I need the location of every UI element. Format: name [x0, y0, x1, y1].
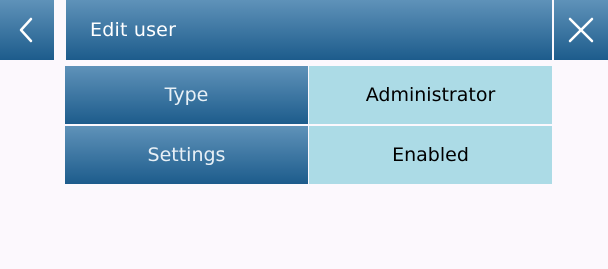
close-button[interactable]	[554, 0, 608, 60]
page-title: Edit user	[90, 19, 177, 41]
settings-row-type[interactable]: Type Administrator	[65, 66, 552, 124]
settings-label: Settings	[65, 126, 308, 184]
settings-row-settings[interactable]: Settings Enabled	[65, 126, 552, 184]
type-label: Type	[65, 66, 308, 124]
chevron-left-icon	[16, 15, 38, 45]
back-button[interactable]	[0, 0, 54, 60]
close-icon	[566, 15, 596, 45]
settings-value[interactable]: Enabled	[309, 126, 552, 184]
title-bar: Edit user	[66, 0, 552, 60]
type-value[interactable]: Administrator	[309, 66, 552, 124]
header-bar: Edit user	[0, 0, 608, 60]
